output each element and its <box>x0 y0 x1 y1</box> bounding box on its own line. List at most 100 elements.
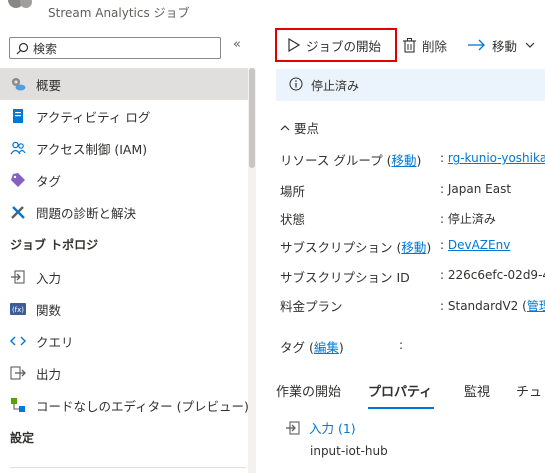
status-banner: 停止済み <box>276 69 545 101</box>
sidebar: 検索 « 概要 アクティビティ ログ アクセス制御 (IAM) タグ 問題の診断… <box>0 28 256 473</box>
sidebar-item-label: アクティビティ ログ <box>36 109 151 125</box>
arrow-right-icon <box>468 39 485 51</box>
tab-monitoring[interactable]: 監視 <box>464 381 490 400</box>
chevron-up-icon <box>280 125 290 131</box>
content-tabs: 作業の開始 プロパティ 監視 チュ <box>276 373 545 409</box>
search-input[interactable]: 検索 <box>9 37 221 59</box>
search-placeholder: 検索 <box>33 41 58 56</box>
sidebar-item-diagnose[interactable]: 問題の診断と解決 <box>0 196 256 228</box>
status-text: 停止済み <box>311 78 360 93</box>
tags-edit-link[interactable]: 編集 <box>314 340 339 355</box>
section-settings: 設定 <box>10 431 35 445</box>
sidebar-item-tags[interactable]: タグ <box>0 164 256 196</box>
sidebar-scrollbar[interactable] <box>248 68 256 473</box>
sidebar-item-label: クエリ <box>36 334 74 350</box>
command-bar: ジョブの開始 削除 移動 <box>270 28 545 68</box>
sidebar-item-functions[interactable]: (fx) 関数 <box>0 293 256 325</box>
prop-subscription-id-key: サブスクリプション ID <box>280 270 410 285</box>
prop-resource-group-key: リソース グループ (移動) <box>280 150 421 169</box>
prop-status-key: 状態 <box>280 212 306 227</box>
delete-label: 削除 <box>422 38 448 54</box>
resource-group-link[interactable]: rg-kunio-yoshika <box>448 151 545 165</box>
sidebar-item-query[interactable]: クエリ <box>0 325 256 357</box>
subscription-move-link[interactable]: 移動 <box>401 240 426 255</box>
wrench-icon <box>10 204 26 220</box>
chevron-down-icon <box>525 42 535 48</box>
separator: : <box>440 212 445 226</box>
separator: : <box>440 151 445 165</box>
sidebar-item-activity-log[interactable]: アクティビティ ログ <box>0 100 256 132</box>
sidebar-item-iam[interactable]: アクセス制御 (IAM) <box>0 132 256 164</box>
essentials-toggle[interactable]: 要点 <box>280 118 319 137</box>
sidebar-item-inputs[interactable]: 入力 <box>0 261 256 293</box>
people-icon <box>10 140 26 156</box>
scrollbar-thumb[interactable] <box>249 68 255 168</box>
function-icon: (fx) <box>10 301 26 317</box>
prop-tags-key: タグ (編集) <box>280 337 344 356</box>
stream-analytics-icon <box>6 0 34 12</box>
start-job-label: ジョブの開始 <box>306 38 382 54</box>
sidebar-item-label: アクセス制御 (IAM) <box>36 141 148 157</box>
prop-tags-value: : <box>399 338 404 352</box>
sidebar-item-label: 入力 <box>36 270 62 286</box>
pricing-plan-manage-link[interactable]: 管理 <box>527 299 545 313</box>
no-code-editor-icon <box>10 397 26 413</box>
info-icon <box>289 77 303 94</box>
resource-group-move-link[interactable]: 移動 <box>391 153 416 168</box>
sidebar-item-label: 関数 <box>36 302 62 318</box>
prop-key-end: ) <box>426 240 432 255</box>
active-tab-indicator <box>368 407 434 409</box>
location-value: Japan East <box>447 182 512 196</box>
activity-log-icon <box>10 108 26 124</box>
prop-subscription-key: サブスクリプション (移動) <box>280 237 431 256</box>
separator: : <box>440 268 445 282</box>
tab-get-started[interactable]: 作業の開始 <box>276 381 341 400</box>
separator: : <box>440 238 445 252</box>
subscription-id-value: 226c6efc-02d9-4 <box>447 268 545 282</box>
prop-pricing-plan-key: 料金プラン <box>280 299 343 314</box>
prop-key-end: ) <box>338 340 344 355</box>
separator: : <box>440 182 445 196</box>
prop-location-value: : Japan East <box>440 182 511 196</box>
prop-subscription-id-value: : 226c6efc-02d9-4 <box>440 268 545 282</box>
inputs-section-header[interactable]: 入力 (1) <box>285 418 356 437</box>
trash-icon <box>403 37 416 53</box>
status-value: 停止済み <box>447 212 496 226</box>
tab-properties[interactable]: プロパティ <box>368 381 432 400</box>
svg-text:(fx): (fx) <box>12 306 24 314</box>
sidebar-item-label: 問題の診断と解決 <box>36 205 137 221</box>
subscription-link[interactable]: DevAZEnv <box>448 238 510 252</box>
tag-icon <box>10 172 26 188</box>
move-label: 移動 <box>492 38 518 54</box>
prop-pricing-plan-value: : StandardV2 (管理 <box>440 297 545 314</box>
inputs-header-label: 入力 (1) <box>309 421 356 436</box>
prop-location-key: 場所 <box>280 184 306 199</box>
prop-resource-group-value: : rg-kunio-yoshika <box>440 151 545 165</box>
sidebar-item-label: 概要 <box>36 77 62 93</box>
sidebar-item-label: コードなしのエディター (プレビュー) <box>36 398 249 414</box>
tab-tutorials[interactable]: チュ <box>516 381 542 400</box>
delete-button[interactable]: 削除 <box>403 28 447 62</box>
input-list-item[interactable]: input-iot-hub <box>310 444 388 458</box>
input-icon <box>286 420 300 435</box>
sidebar-item-overview[interactable]: 概要 <box>0 68 256 100</box>
search-icon <box>16 42 29 54</box>
prop-key: サブスクリプション ( <box>280 240 402 255</box>
section-job-topology: ジョブ トポロジ <box>10 238 99 252</box>
prop-key: リソース グループ ( <box>280 153 392 168</box>
essentials-label: 要点 <box>294 121 320 136</box>
query-icon <box>10 333 26 349</box>
play-icon <box>288 38 300 52</box>
gear-cloud-icon <box>10 76 26 92</box>
collapse-sidebar-button[interactable]: « <box>233 37 241 52</box>
start-job-button[interactable]: ジョブの開始 <box>275 28 397 62</box>
prop-key: タグ ( <box>280 340 314 355</box>
prop-subscription-value: : DevAZEnv <box>440 238 510 252</box>
sidebar-item-label: タグ <box>36 173 62 189</box>
prop-status-value: : 停止済み <box>440 210 496 227</box>
move-button[interactable]: 移動 <box>468 28 541 62</box>
sidebar-item-no-code-editor[interactable]: コードなしのエディター (プレビュー) <box>0 389 256 421</box>
sidebar-nav: 概要 アクティビティ ログ アクセス制御 (IAM) タグ 問題の診断と解決 ジ… <box>0 68 256 454</box>
sidebar-item-outputs[interactable]: 出力 <box>0 357 256 389</box>
pricing-plan-value: StandardV2 ( <box>447 299 527 313</box>
